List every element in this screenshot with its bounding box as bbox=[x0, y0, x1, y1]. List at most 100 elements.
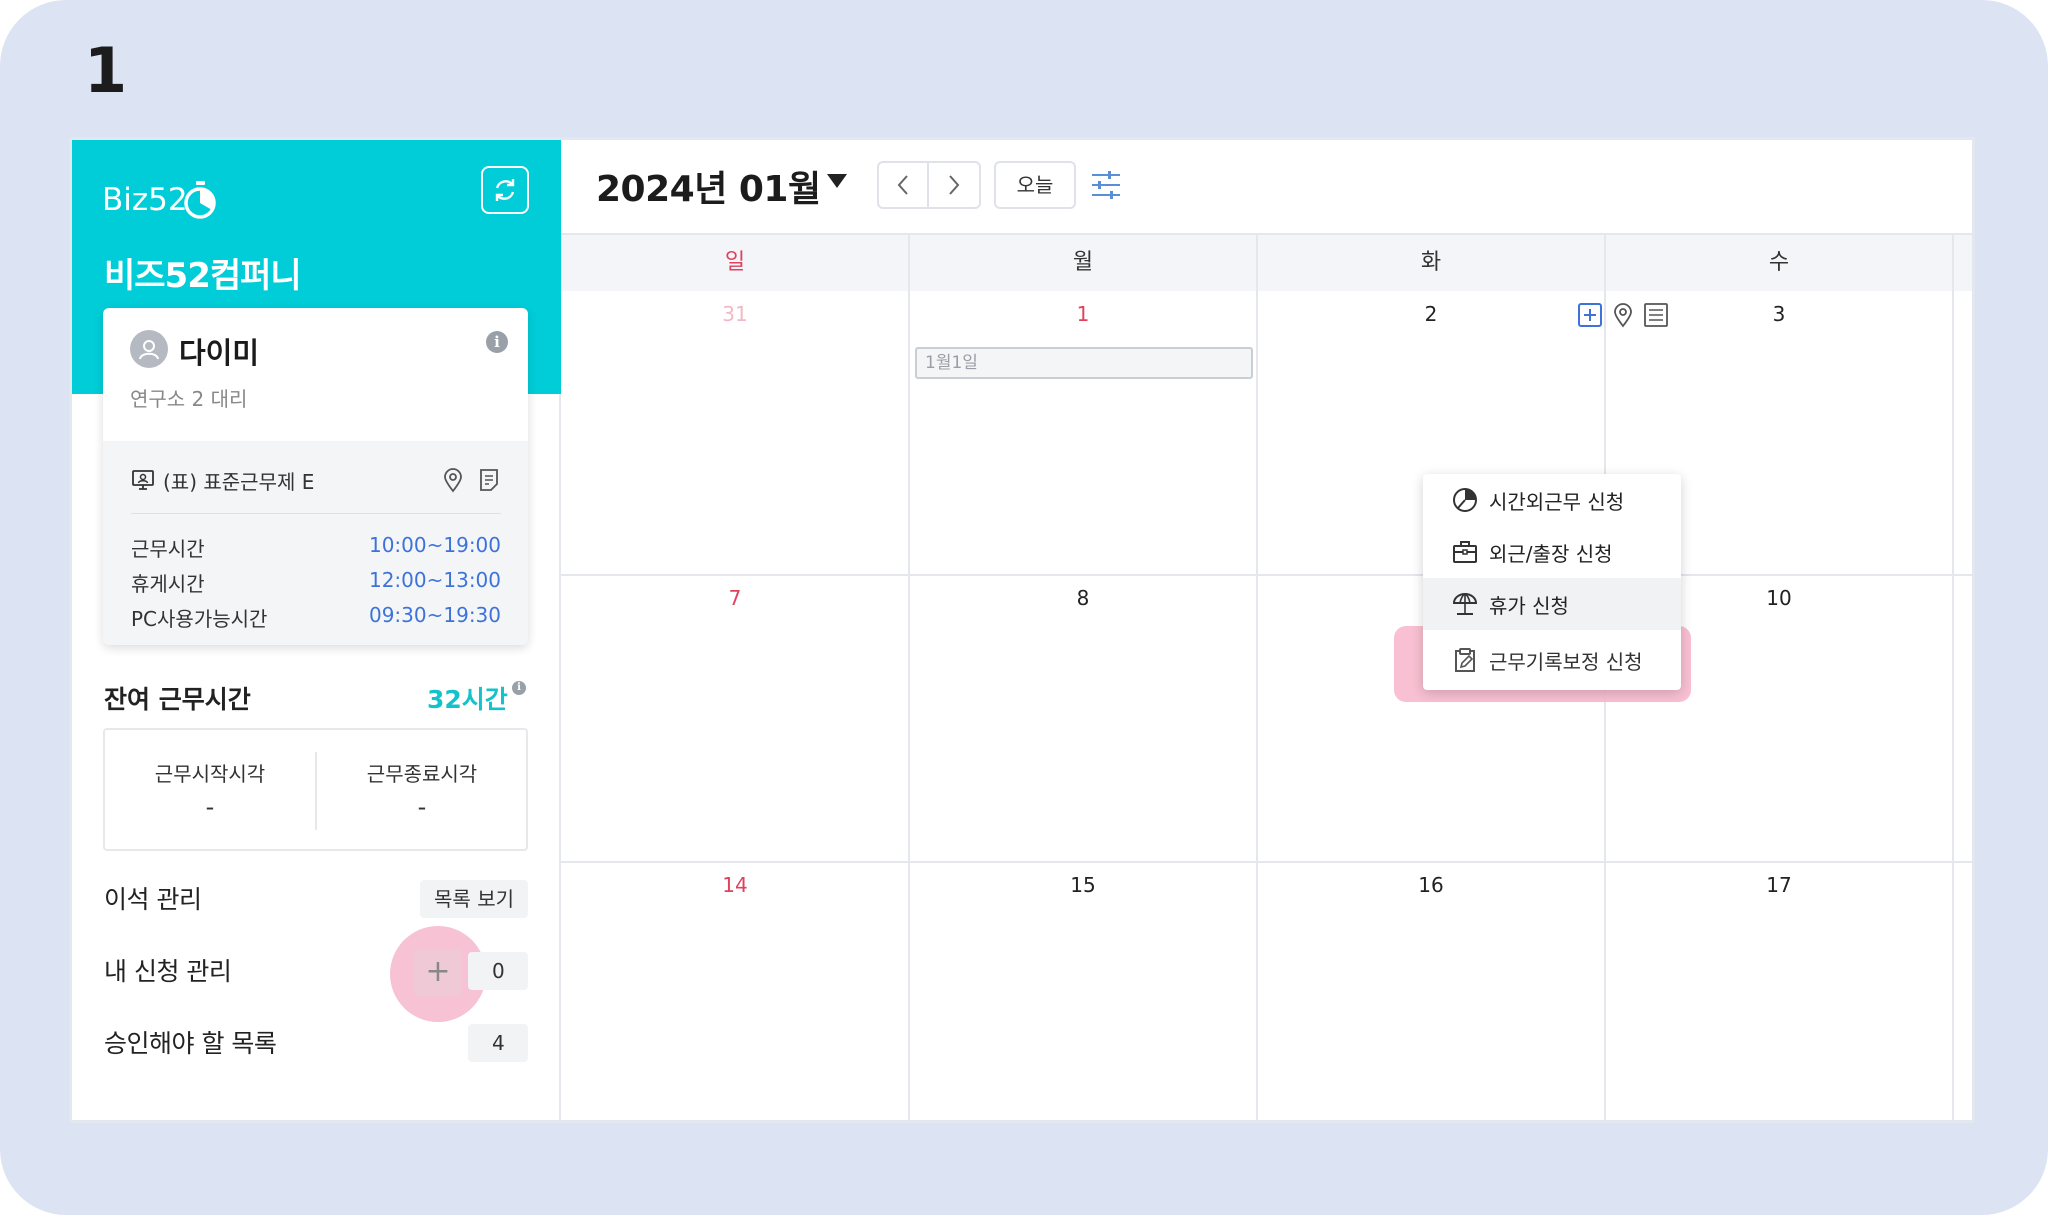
schedule-name: (표) 표준근무제 E bbox=[163, 469, 315, 494]
work-start: 근무시작시각 - bbox=[105, 758, 315, 821]
menu-item-outside-work[interactable]: 외근/출장 신청 bbox=[1423, 526, 1681, 578]
monitor-icon bbox=[132, 470, 154, 490]
approvals-count[interactable]: 4 bbox=[468, 1024, 528, 1062]
weekday-tue: 화 bbox=[1420, 250, 1442, 275]
work-hours-value: 10:00~19:00 bbox=[368, 533, 501, 557]
refresh-icon bbox=[495, 179, 515, 201]
next-month-button[interactable] bbox=[929, 163, 979, 207]
clipboard-edit-icon bbox=[1455, 648, 1475, 672]
today-button[interactable]: 오늘 bbox=[994, 161, 1076, 209]
location-pin-icon[interactable] bbox=[1611, 302, 1635, 328]
calendar-grid: 일 월 화 수 31 1 2 3 1월1일 7 8 10 14 15 16 17 bbox=[561, 235, 1972, 1120]
grid-line bbox=[1952, 235, 1954, 1120]
work-start-value: - bbox=[205, 793, 215, 821]
menu-item-label: 휴가 신청 bbox=[1489, 593, 1569, 618]
menu-item-label: 외근/출장 신청 bbox=[1489, 541, 1613, 566]
work-hours-label: 근무시간 bbox=[131, 537, 205, 561]
chevron-right-icon bbox=[949, 175, 960, 195]
person-icon bbox=[139, 340, 159, 360]
schedule-row: (표) 표준근무제 E bbox=[131, 465, 501, 495]
pc-hours-value: 09:30~19:30 bbox=[368, 603, 501, 627]
break-hours-row: 휴게시간 12:00~13:00 bbox=[131, 568, 501, 598]
day-cell[interactable]: 31 bbox=[561, 302, 909, 326]
my-requests-row: 내 신청 관리 0 bbox=[104, 950, 528, 990]
company-name: 비즈52컴퍼니 bbox=[104, 256, 302, 296]
work-end: 근무종료시각 - bbox=[317, 758, 527, 821]
grid-line bbox=[561, 861, 1972, 863]
work-start-label: 근무시작시각 bbox=[154, 762, 266, 786]
work-hours-row: 근무시간 10:00~19:00 bbox=[131, 533, 501, 563]
day-cell[interactable]: 8 bbox=[909, 586, 1257, 610]
seat-management-label: 이석 관리 bbox=[104, 885, 202, 914]
my-requests-count[interactable]: 0 bbox=[468, 952, 528, 990]
grid-line bbox=[908, 235, 910, 1120]
day-cell[interactable]: 15 bbox=[909, 873, 1257, 897]
user-name: 다이미 bbox=[179, 336, 260, 370]
month-navigation bbox=[877, 161, 981, 209]
day-cell[interactable]: 1 bbox=[909, 302, 1257, 326]
umbrella-icon bbox=[1452, 593, 1478, 615]
document-icon[interactable] bbox=[477, 467, 501, 493]
divider bbox=[131, 513, 501, 514]
day-cell[interactable]: 16 bbox=[1257, 873, 1605, 897]
weekday-sun: 일 bbox=[724, 250, 746, 275]
grid-line bbox=[1256, 235, 1258, 1120]
holiday-event[interactable]: 1월1일 bbox=[915, 347, 1253, 379]
clock-pie-icon bbox=[1453, 488, 1477, 512]
menu-item-label: 근무기록보정 신청 bbox=[1489, 649, 1643, 674]
day-cell[interactable]: 2 bbox=[1257, 302, 1605, 326]
filter-sliders-icon[interactable] bbox=[1089, 168, 1123, 202]
remaining-hours-value: 32시간 bbox=[427, 685, 508, 714]
chevron-left-icon bbox=[897, 175, 908, 195]
month-title[interactable]: 2024년 01월 bbox=[596, 160, 821, 212]
pc-hours-label: PC사용가능시간 bbox=[131, 607, 268, 631]
approvals-label: 승인해야 할 목록 bbox=[104, 1029, 277, 1058]
menu-item-vacation[interactable]: 휴가 신청 bbox=[1423, 578, 1681, 630]
calendar-toolbar: 2024년 01월 오늘 bbox=[561, 140, 1972, 235]
menu-item-overtime[interactable]: 시간외근무 신청 bbox=[1423, 474, 1681, 526]
seat-management-row: 이석 관리 목록 보기 bbox=[104, 878, 528, 918]
avatar bbox=[130, 330, 168, 368]
weekday-mon: 월 bbox=[1072, 250, 1094, 275]
work-end-label: 근무종료시각 bbox=[366, 762, 478, 786]
day-cell[interactable]: 17 bbox=[1605, 873, 1953, 897]
logo-text: Biz52 bbox=[102, 182, 188, 218]
my-requests-label: 내 신청 관리 bbox=[104, 957, 232, 986]
menu-item-record-correction[interactable]: 근무기록보정 신청 bbox=[1423, 634, 1681, 686]
user-department: 연구소 2 대리 bbox=[130, 387, 248, 411]
sidebar: Biz52 비즈52컴퍼니 다이미 i 연구소 2 대리 (표) 표준근무제 E… bbox=[72, 140, 561, 1120]
user-card: 다이미 i 연구소 2 대리 (표) 표준근무제 E 근무시간 10:00~19… bbox=[103, 308, 528, 645]
prev-month-button[interactable] bbox=[879, 163, 930, 207]
location-pin-icon[interactable] bbox=[441, 467, 465, 493]
view-list-button[interactable]: 목록 보기 bbox=[420, 880, 528, 918]
remaining-info-icon[interactable]: i bbox=[512, 681, 526, 695]
weekday-wed: 수 bbox=[1768, 250, 1790, 275]
break-hours-value: 12:00~13:00 bbox=[368, 568, 501, 592]
logo: Biz52 bbox=[102, 170, 218, 230]
stopwatch-logo-icon bbox=[183, 181, 216, 219]
menu-item-label: 시간외근무 신청 bbox=[1489, 489, 1625, 514]
day-cell[interactable]: 7 bbox=[561, 586, 909, 610]
step-number: 1 bbox=[84, 34, 128, 107]
day-action-icons bbox=[1577, 302, 1669, 328]
caret-down-icon[interactable] bbox=[827, 174, 847, 188]
screenshot-frame: 1 Biz52 비즈52컴퍼니 다이미 i 연구소 2 대리 (표) 표준근무제… bbox=[0, 0, 2048, 1215]
briefcase-icon bbox=[1453, 541, 1477, 563]
weekday-header: 일 월 화 수 bbox=[561, 235, 1972, 291]
remaining-hours-label: 잔여 근무시간 bbox=[104, 685, 251, 714]
work-time-box: 근무시작시각 - 근무종료시각 - bbox=[103, 728, 528, 851]
approvals-row: 승인해야 할 목록 4 bbox=[104, 1022, 528, 1062]
app-window: Biz52 비즈52컴퍼니 다이미 i 연구소 2 대리 (표) 표준근무제 E… bbox=[72, 140, 1972, 1120]
schedule-panel: (표) 표준근무제 E 근무시간 10:00~19:00 휴게시간 12:00~… bbox=[103, 441, 528, 645]
refresh-button[interactable] bbox=[481, 166, 529, 214]
break-hours-label: 휴게시간 bbox=[131, 572, 205, 596]
user-card-header: 다이미 i 연구소 2 대리 bbox=[103, 308, 528, 441]
info-icon[interactable]: i bbox=[486, 331, 508, 353]
schedule-icons bbox=[441, 467, 501, 493]
list-icon[interactable] bbox=[1643, 302, 1669, 328]
day-cell[interactable]: 14 bbox=[561, 873, 909, 897]
work-end-value: - bbox=[417, 793, 427, 821]
pc-hours-row: PC사용가능시간 09:30~19:30 bbox=[131, 603, 501, 633]
grid-line bbox=[561, 574, 1972, 576]
add-square-icon[interactable] bbox=[1577, 302, 1603, 328]
